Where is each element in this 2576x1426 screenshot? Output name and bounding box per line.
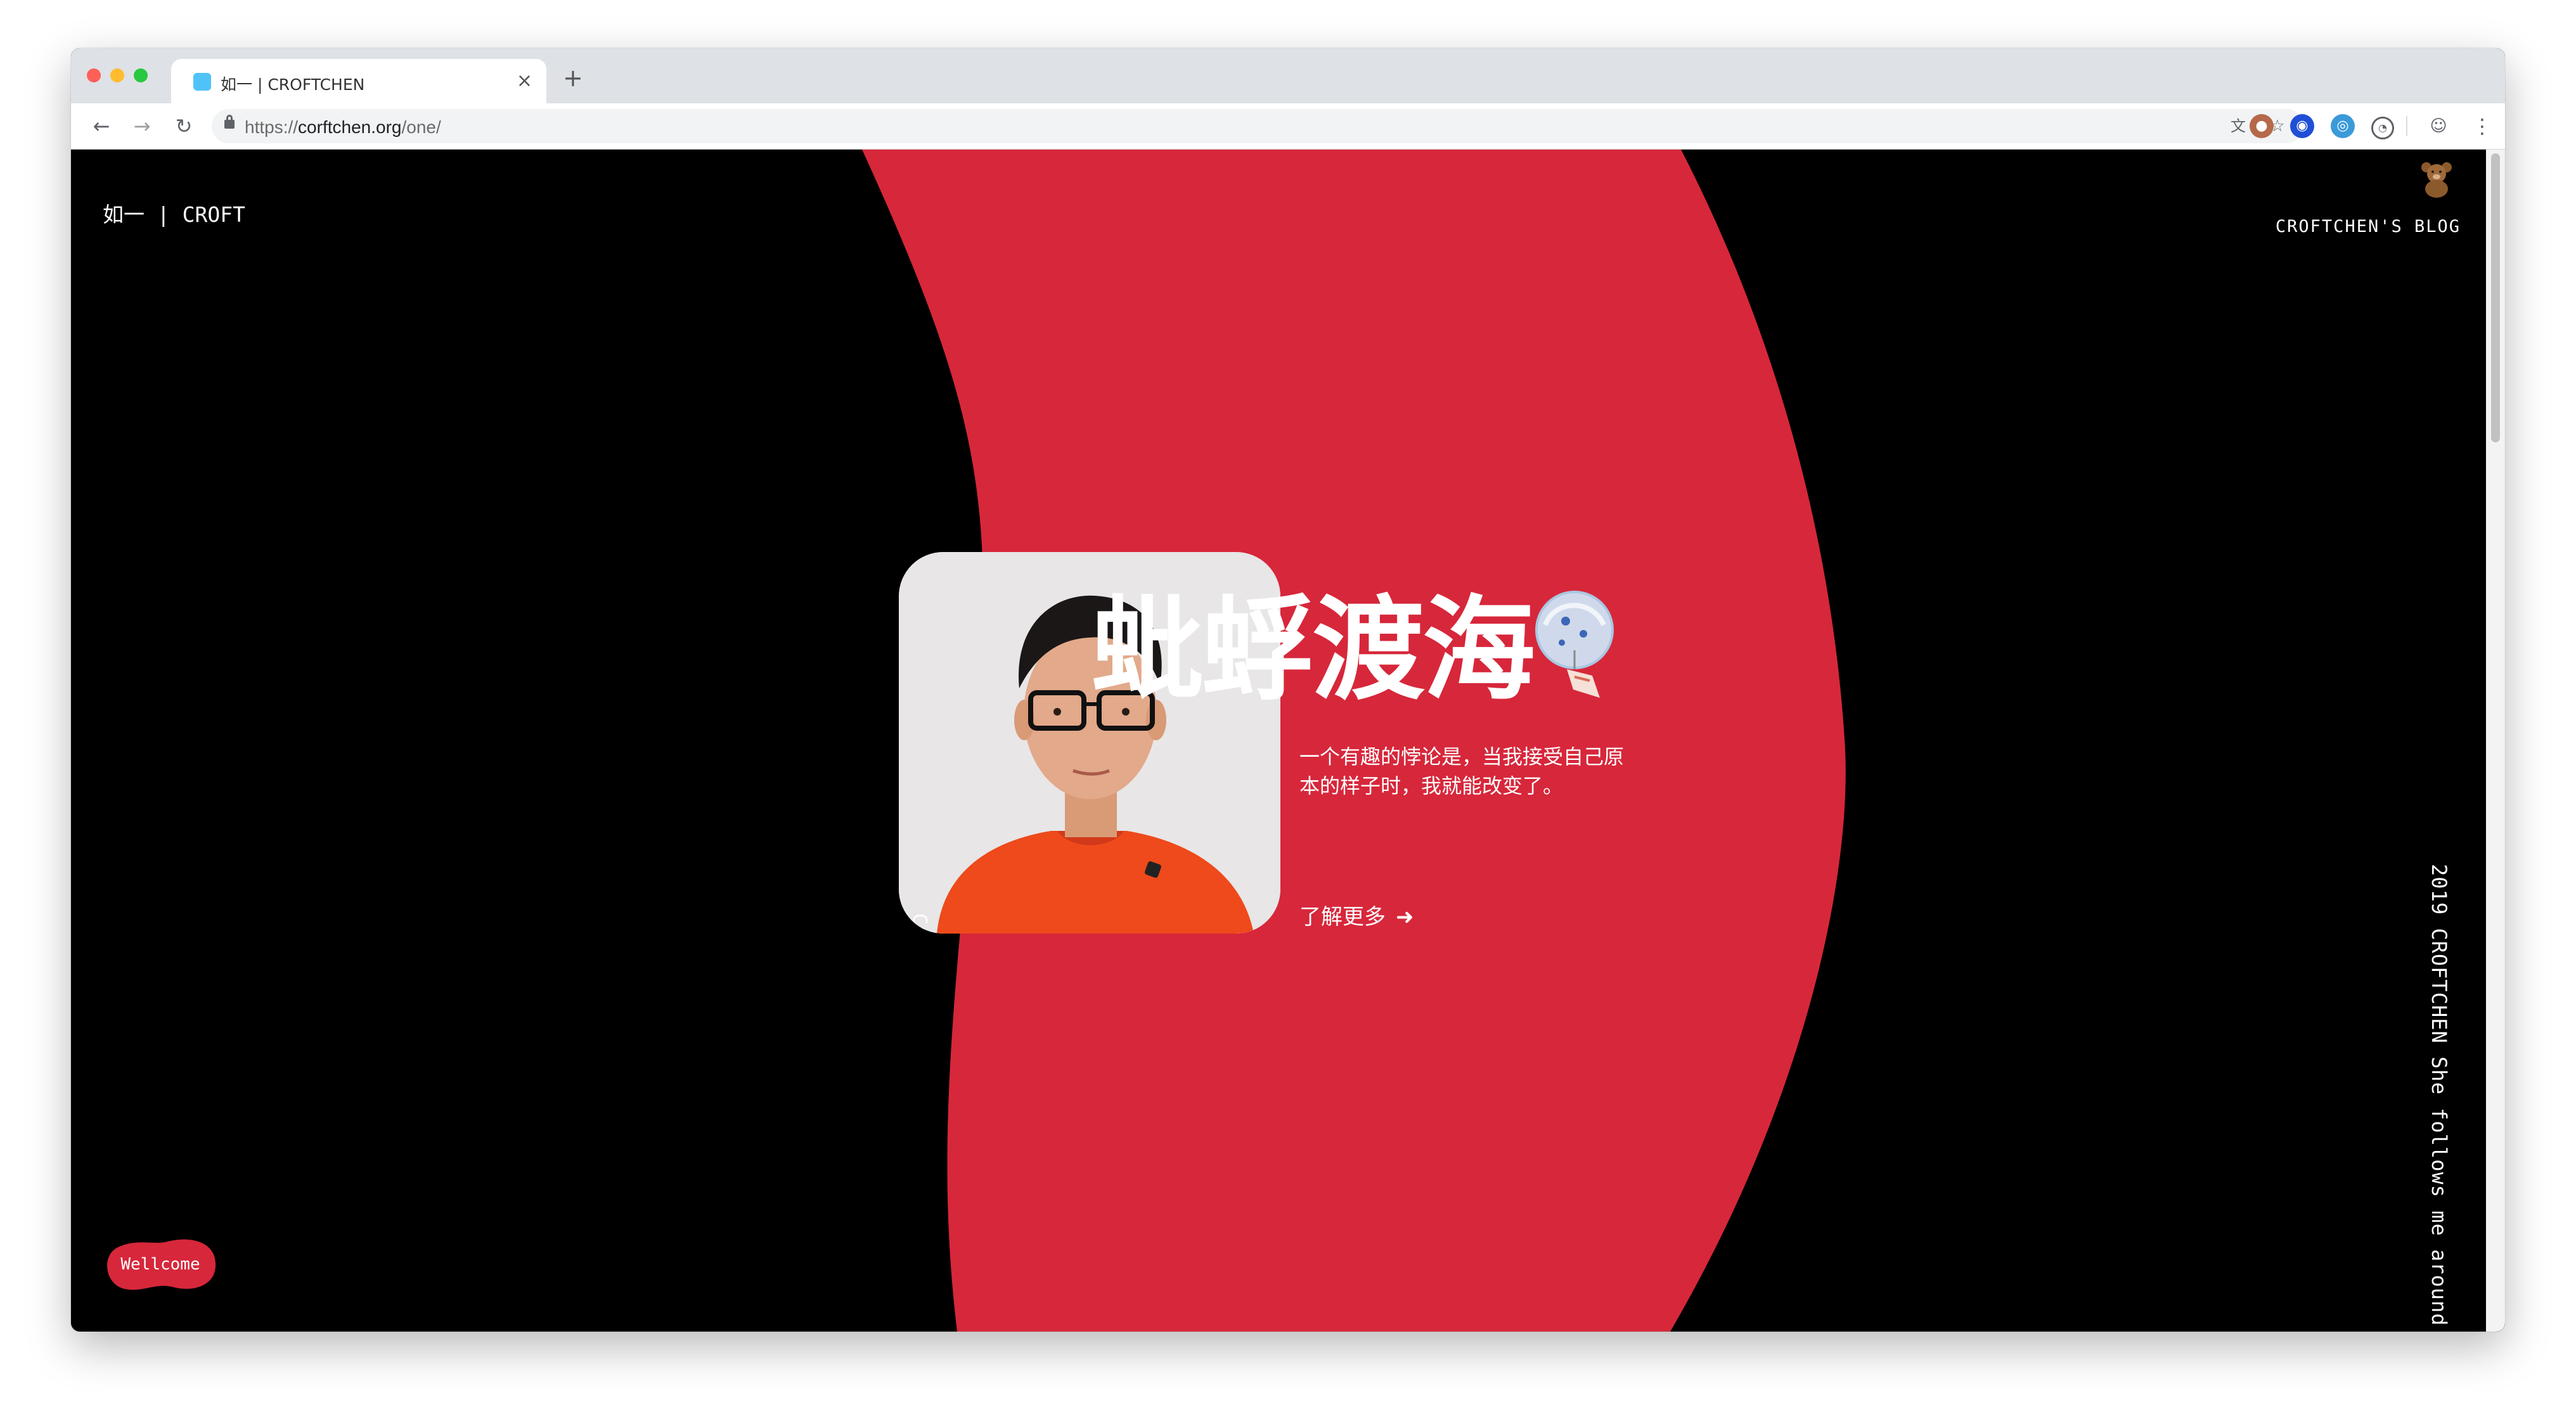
- photo-card-caption: Croftchen 2019: [899, 913, 932, 934]
- menu-icon[interactable]: ⋮: [2468, 112, 2496, 140]
- forward-icon[interactable]: →: [128, 112, 156, 140]
- reload-icon[interactable]: ↻: [170, 112, 198, 140]
- hero-title: 蚍蜉渡海: [1092, 584, 1535, 716]
- wind-chime-icon: [1535, 591, 1614, 698]
- extension-github-icon[interactable]: ◉: [2290, 114, 2314, 138]
- tab-title: 如一 | CROFTCHEN: [221, 75, 365, 94]
- browser-titlebar: 如一 | CROFTCHEN × +: [71, 48, 2505, 103]
- toolbar-separator: [2406, 116, 2407, 136]
- lock-icon: [224, 115, 235, 129]
- welcome-button[interactable]: Wellcome: [104, 1237, 217, 1292]
- hero-description: 一个有趣的悖论是，当我接受自己原本的样子时，我就能改变了。: [1299, 745, 1625, 798]
- teddy-bear-icon[interactable]: [2416, 158, 2457, 199]
- tab-close-icon[interactable]: ×: [517, 68, 532, 94]
- minimize-window-button[interactable]: [110, 68, 124, 82]
- page-scrollbar[interactable]: [2486, 150, 2505, 1332]
- site-brand-logo[interactable]: 如一 | CROFT: [103, 198, 245, 228]
- site-favicon-icon: [193, 73, 211, 91]
- extension-monkey-icon[interactable]: ●: [2250, 114, 2274, 138]
- vertical-tagline: 2019 CROFTCHEN She follows me around: [2427, 864, 2451, 1326]
- browser-tab-active[interactable]: 如一 | CROFTCHEN ×: [171, 59, 546, 103]
- welcome-label: Wellcome: [120, 1255, 200, 1274]
- learn-more-link[interactable]: 了解更多 ➜: [1299, 899, 1414, 930]
- close-window-button[interactable]: [87, 68, 101, 82]
- extension-speed-icon[interactable]: ◔: [2371, 117, 2394, 139]
- translate-icon[interactable]: 文: [2226, 114, 2250, 138]
- page-viewport: 如一 | CROFT CROFTCHEN'S BLOG 蚍蜉渡海 一个有趣的悖论…: [71, 150, 2505, 1332]
- browser-toolbar: ← → ↻ https://corftchen.org/one/ 文 ☆ ● ◉…: [71, 103, 2505, 150]
- blog-link[interactable]: CROFTCHEN'S BLOG: [2276, 217, 2461, 236]
- scrollbar-thumb[interactable]: [2491, 153, 2500, 442]
- extension-search-icon[interactable]: ◎: [2331, 114, 2355, 138]
- browser-window: 如一 | CROFTCHEN × + ← → ↻ https://corftch…: [71, 48, 2505, 1332]
- new-tab-button[interactable]: +: [563, 65, 583, 91]
- url-text[interactable]: https://corftchen.org/one/: [245, 117, 441, 138]
- back-icon[interactable]: ←: [87, 112, 115, 140]
- learn-more-label: 了解更多: [1299, 904, 1386, 930]
- caption-name: Croftchen: [906, 913, 932, 934]
- address-bar[interactable]: https://corftchen.org/one/ 文 ☆: [212, 109, 2303, 143]
- profile-avatar-icon[interactable]: ☺: [2426, 114, 2450, 138]
- caption-year: 2019: [899, 913, 906, 934]
- red-wave-shape: [862, 150, 1846, 1332]
- maximize-window-button[interactable]: [134, 68, 148, 82]
- arrow-right-icon: ➜: [1396, 904, 1414, 930]
